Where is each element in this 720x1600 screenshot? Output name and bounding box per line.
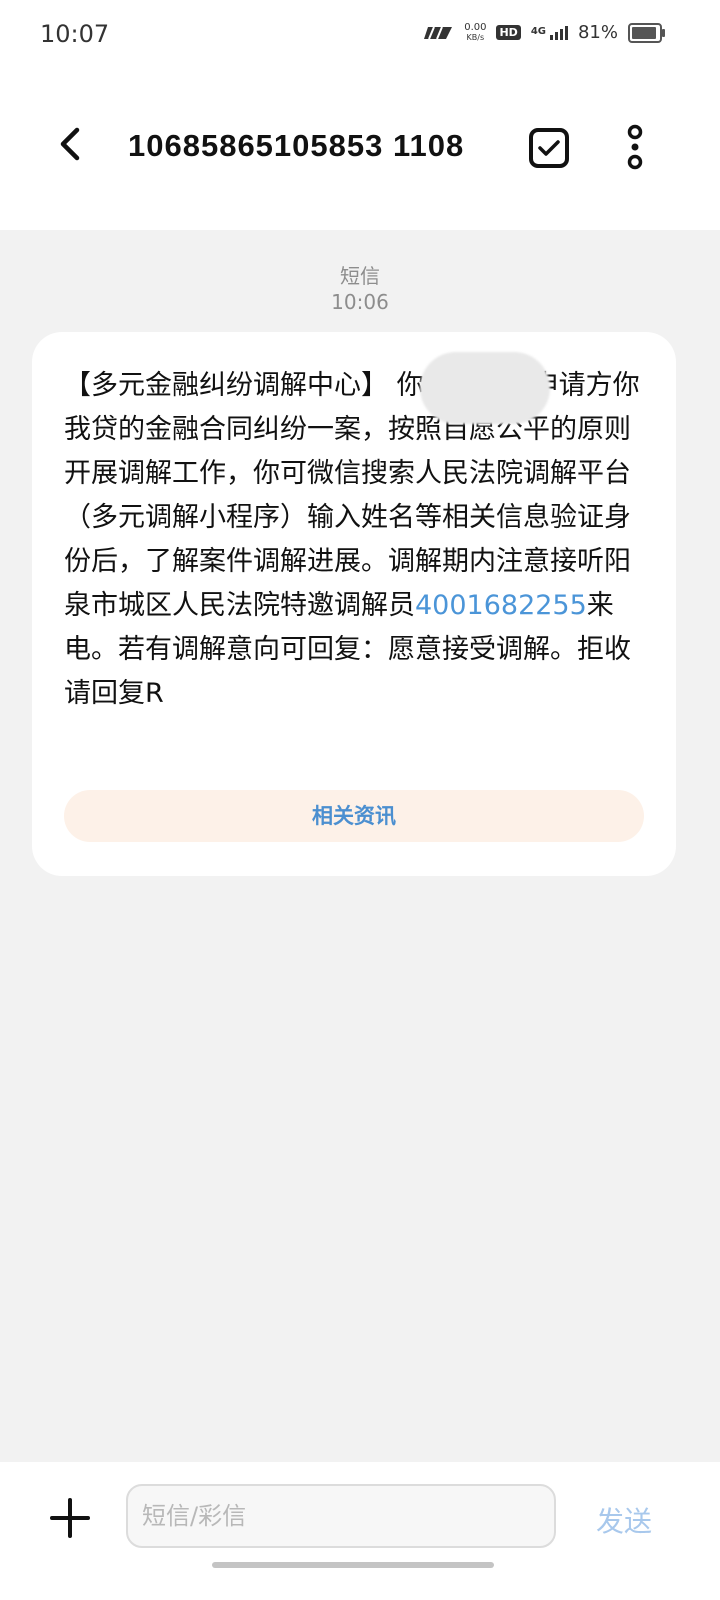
back-button[interactable] [50, 122, 94, 166]
add-attachment-button[interactable] [50, 1498, 90, 1538]
composer-bar: 发送 [0, 1462, 720, 1600]
message-input[interactable] [126, 1484, 556, 1548]
home-indicator[interactable] [212, 1562, 494, 1568]
back-arrow-icon [60, 127, 80, 161]
more-vertical-icon [627, 124, 643, 170]
message-text: 【多元金融纠纷调解中心】 你好，你与申请方你我贷的金融合同纠纷一案，按照自愿公平… [64, 364, 654, 716]
status-time: 10:07 [40, 20, 110, 48]
contact-number-title: 10685865105853 1108 [128, 128, 465, 163]
cellular-signal-icon: 4G [530, 25, 568, 40]
network-type-label: 4G [530, 25, 546, 37]
more-options-button[interactable] [620, 124, 650, 170]
message-timestamp: 10:06 [331, 290, 389, 314]
select-messages-button[interactable] [527, 126, 571, 170]
related-info-button[interactable]: 相关资讯 [64, 790, 644, 842]
status-bar: 10:07 0.00 KB/s HD 4G 81% [0, 0, 720, 68]
message-type-label: 短信 [340, 264, 380, 288]
phone-number-link[interactable]: 4001682255 [415, 590, 587, 621]
network-speed-unit: KB/s [466, 32, 485, 42]
redaction-mark [420, 352, 550, 424]
hd-badge: HD [496, 25, 521, 40]
message-bubble[interactable]: 【多元金融纠纷调解中心】 你好，你与申请方你我贷的金融合同纠纷一案，按照自愿公平… [32, 332, 676, 876]
message-text-part: 【多元金融纠纷调解中心】 你好，你与申请方你我贷的金融合同纠纷一案，按照自愿公平… [64, 370, 640, 621]
signal-strength-icon [424, 26, 453, 39]
app-bar: 10685865105853 1108 [0, 68, 720, 230]
network-speed: 0.00 KB/s [464, 21, 487, 43]
battery-icon [628, 22, 665, 43]
status-indicators: 0.00 KB/s HD 4G 81% [424, 21, 665, 43]
checkbox-select-icon [529, 128, 569, 168]
send-button[interactable]: 发送 [596, 1500, 652, 1540]
battery-percent: 81% [577, 22, 618, 43]
network-speed-value: 0.00 [464, 21, 487, 33]
